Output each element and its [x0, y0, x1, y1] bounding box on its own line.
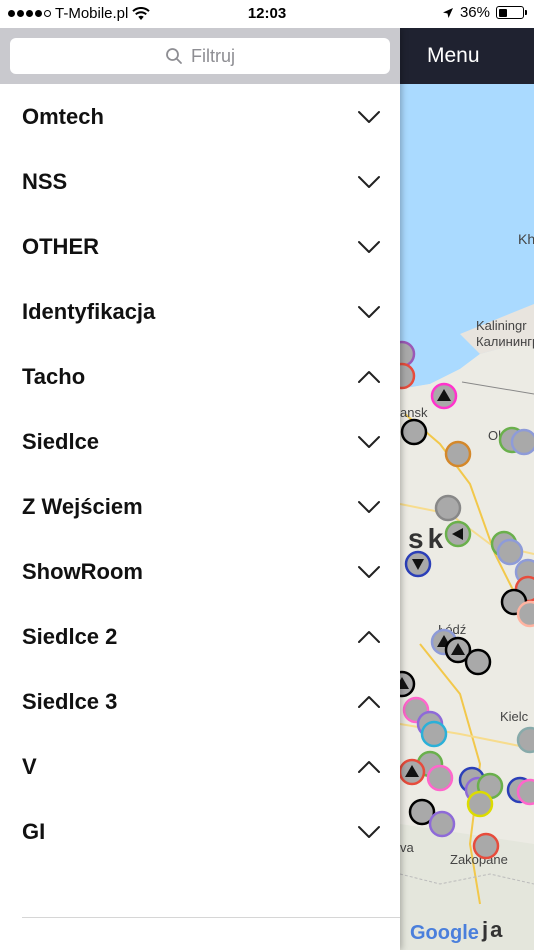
chevron-up-icon[interactable]: [358, 695, 380, 709]
group-item[interactable]: Identyfikacja: [0, 279, 400, 344]
group-item[interactable]: ShowRoom: [0, 539, 400, 604]
vehicle-marker[interactable]: [444, 440, 472, 468]
group-item[interactable]: V: [0, 734, 400, 799]
group-label: Omtech: [22, 103, 104, 129]
map-view[interactable]: Kh Kaliningr Калинингр ia ansk Ol sk Łód…: [400, 84, 534, 950]
group-label: GI: [22, 818, 46, 844]
vehicle-marker[interactable]: [516, 778, 534, 806]
vehicle-marker[interactable]: [420, 720, 448, 748]
map-label: va: [400, 840, 415, 855]
group-item[interactable]: Siedlce: [0, 409, 400, 474]
vehicle-marker[interactable]: [400, 362, 416, 390]
chevron-down-icon[interactable]: [358, 110, 380, 124]
vehicle-marker[interactable]: [516, 726, 534, 754]
vehicle-marker[interactable]: [464, 648, 492, 676]
search-input[interactable]: Filtruj: [10, 38, 390, 74]
group-label: ShowRoom: [22, 558, 143, 584]
map-label: Kaliningr: [476, 318, 527, 333]
map-header: Menu: [400, 28, 534, 84]
group-label: NSS: [22, 168, 68, 194]
vehicle-marker[interactable]: [434, 494, 462, 522]
vehicle-marker[interactable]: [510, 428, 534, 456]
battery-percent: 36%: [459, 4, 490, 21]
group-label: Siedlce 3: [22, 688, 118, 714]
location-arrow-icon: [442, 7, 453, 18]
vehicle-marker[interactable]: [426, 764, 454, 792]
map-label: ja: [481, 917, 504, 942]
search-icon: [166, 48, 182, 64]
group-label: Z Wejściem: [22, 493, 143, 519]
group-item[interactable]: OTHER: [0, 214, 400, 279]
map-label: sk: [408, 523, 447, 554]
map-label: Kh: [518, 231, 534, 247]
chevron-down-icon[interactable]: [358, 175, 380, 189]
chevron-down-icon[interactable]: [358, 565, 380, 579]
chevron-down-icon[interactable]: [358, 305, 380, 319]
chevron-up-icon[interactable]: [358, 630, 380, 644]
vehicle-marker[interactable]: [400, 418, 428, 446]
group-item[interactable]: GI: [0, 799, 400, 864]
vehicle-marker[interactable]: [496, 538, 524, 566]
vehicle-marker[interactable]: [472, 832, 500, 860]
divider: [22, 917, 400, 918]
chevron-down-icon[interactable]: [358, 435, 380, 449]
vehicle-marker[interactable]: [400, 340, 416, 368]
group-item[interactable]: Omtech: [0, 84, 400, 149]
chevron-up-icon[interactable]: [358, 370, 380, 384]
chevron-down-icon[interactable]: [358, 240, 380, 254]
group-item[interactable]: Siedlce 2: [0, 604, 400, 669]
search-placeholder: Filtruj: [191, 45, 235, 66]
map-canvas[interactable]: Kh Kaliningr Калинингр ia ansk Ol sk Łód…: [400, 84, 534, 950]
status-bar: T-Mobile.pl 12:03 36%: [0, 0, 534, 28]
group-label: V: [22, 753, 37, 779]
side-drawer: Filtruj Omtech NSS OTHER Identyfikacja Tacho…: [0, 28, 400, 950]
chevron-down-icon[interactable]: [358, 500, 380, 514]
group-item[interactable]: Siedlce 3: [0, 669, 400, 734]
battery-icon: [496, 6, 527, 19]
chevron-down-icon[interactable]: [358, 825, 380, 839]
group-label: OTHER: [22, 233, 99, 259]
chevron-up-icon[interactable]: [358, 760, 380, 774]
group-label: Siedlce: [22, 428, 100, 454]
group-label: Tacho: [22, 363, 86, 389]
battery-fill: [498, 8, 507, 17]
map-label: Калинингр: [476, 334, 534, 349]
vehicle-marker[interactable]: [466, 790, 494, 818]
group-list: Omtech NSS OTHER Identyfikacja Tacho Siedlce Z…: [0, 84, 400, 864]
vehicle-marker[interactable]: [428, 810, 456, 838]
group-label: Siedlce 2: [22, 623, 118, 649]
search-bar: Filtruj: [0, 28, 400, 84]
google-logo: Google: [410, 922, 479, 944]
menu-title[interactable]: Menu: [427, 44, 480, 68]
status-right: 36%: [442, 4, 527, 21]
group-item[interactable]: Z Wejściem: [0, 474, 400, 539]
group-item[interactable]: Tacho: [0, 344, 400, 409]
group-label: Identyfikacja: [22, 298, 156, 324]
map-label: Kielc: [500, 709, 529, 724]
map-label: ansk: [400, 405, 428, 420]
vehicle-marker[interactable]: [516, 600, 534, 628]
group-item[interactable]: NSS: [0, 149, 400, 214]
